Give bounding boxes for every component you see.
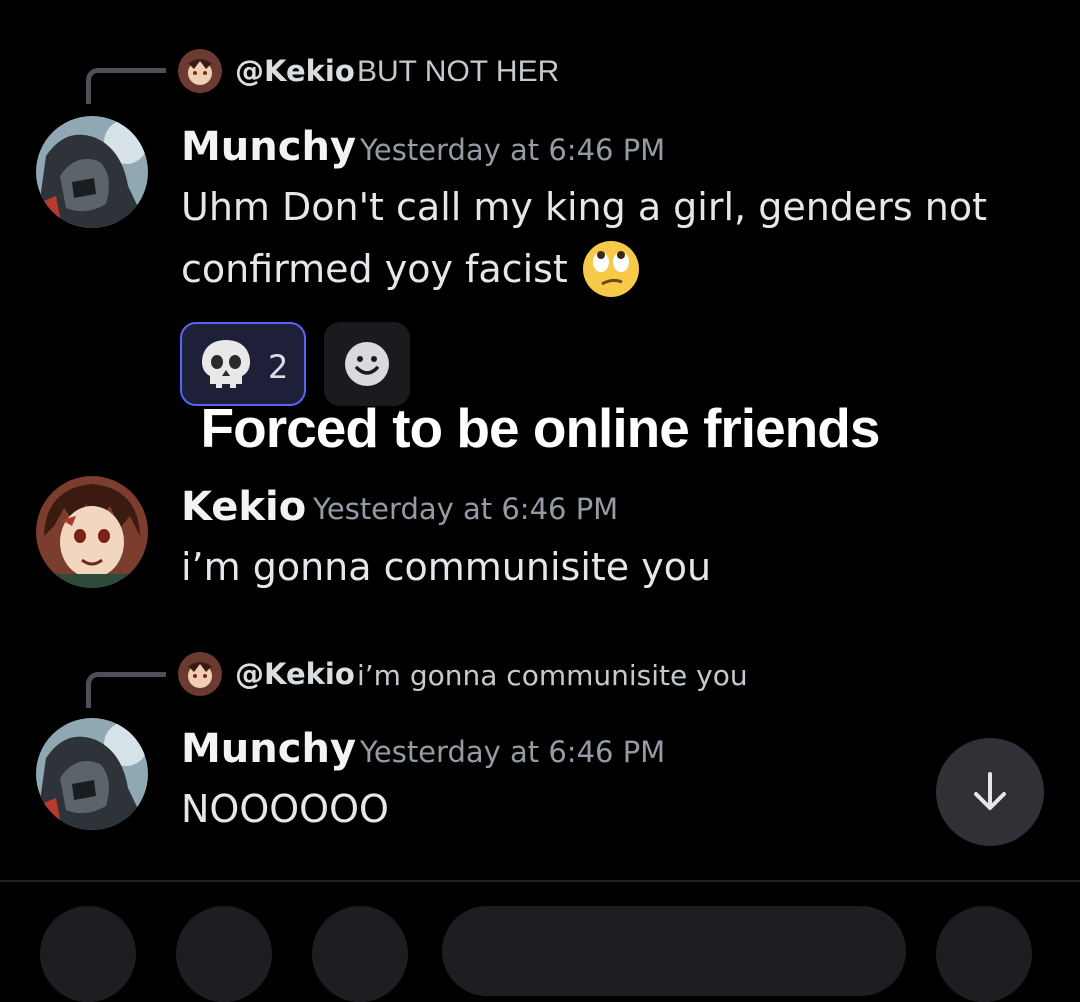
author-name[interactable]: Kekio [181,484,306,530]
reaction-skull[interactable]: 2 [180,322,306,406]
plus-button[interactable] [40,906,136,1002]
reply-author[interactable]: @Kekio [235,54,355,88]
add-reaction-button[interactable] [324,322,410,406]
message-text: Uhm Don't call my king a girl, genders n… [181,185,988,229]
jump-to-present-button[interactable] [936,738,1044,846]
arrow-down-icon [966,768,1014,820]
reaction-count: 2 [268,348,289,386]
reply-text[interactable]: BUT NOT HER [357,55,559,89]
message-text: NOOOOOO [181,787,389,831]
reply-avatar[interactable] [178,49,222,93]
message-text: i’m gonna communisite you [181,545,712,589]
smile-icon [343,340,391,392]
timestamp: Yesterday at 6:46 PM [313,492,619,526]
message-input[interactable] [442,906,906,996]
author-name[interactable]: Munchy [181,124,356,170]
meme-caption: Forced to be online friends [200,397,881,459]
reply-author[interactable]: @Kekio [235,657,355,691]
reply-avatar[interactable] [178,652,222,696]
reply-connector [86,68,166,104]
rolling-eyes-emoji [582,240,640,298]
timestamp: Yesterday at 6:46 PM [360,735,666,769]
skull-icon [200,338,252,392]
avatar[interactable] [36,718,148,830]
avatar[interactable] [36,476,148,588]
composer-divider [0,880,1080,882]
apps-button[interactable] [176,906,272,1002]
message-text: confirmed yoy facist [181,247,568,291]
gift-button[interactable] [312,906,408,1002]
reply-text[interactable]: i’m gonna communisite you [357,659,748,692]
timestamp: Yesterday at 6:46 PM [360,133,666,167]
avatar[interactable] [36,116,148,228]
reply-connector [86,672,166,708]
author-name[interactable]: Munchy [181,726,356,772]
mic-button[interactable] [936,906,1032,1002]
